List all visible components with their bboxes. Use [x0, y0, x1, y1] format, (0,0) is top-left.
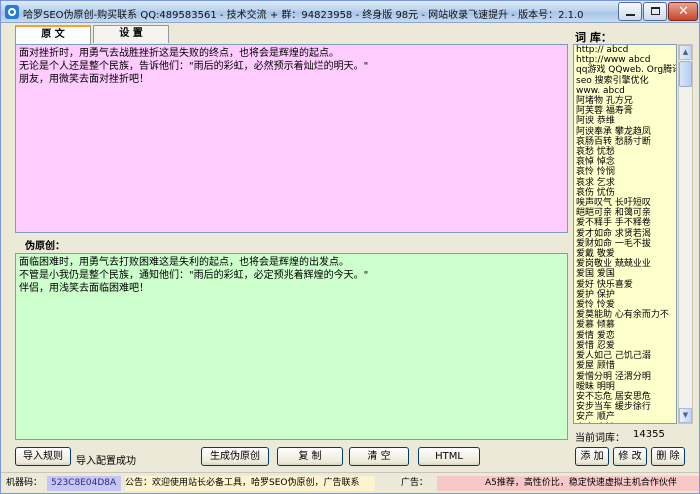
dictionary-item[interactable]: 安产 顺产 [574, 412, 676, 422]
scroll-thumb[interactable] [679, 61, 692, 87]
pseudo-line: 伴侣，用浅笑去面临困难吧！ [19, 283, 149, 294]
dictionary-item[interactable]: 爱情 爱恋 [574, 331, 676, 341]
maximize-icon [651, 7, 660, 15]
add-word-button[interactable]: 添 加 [575, 447, 609, 466]
dictionary-item[interactable]: 哀悼 悼念 [574, 157, 676, 167]
status-bar: 机器码： 523C8E04D8A 公告：欢迎使用站长必备工具，哈罗SEO伪原创，… [1, 472, 699, 493]
dictionary-item[interactable]: 哀愁 忧愁 [574, 147, 676, 157]
dictionary-count-label: 当前词库： [575, 433, 625, 444]
dictionary-item[interactable]: 爱屋 顾惜 [574, 361, 676, 371]
dictionary-item[interactable]: 哀伤 忧伤 [574, 188, 676, 198]
dictionary-list[interactable]: http:// abcd http://www abcd qq游戏 QQweb. O… [573, 44, 677, 424]
original-line: 无论是个人还是整个民族，告诉他们："雨后的彩虹，必然预示着灿烂的明天。" [19, 61, 369, 72]
dictionary-item[interactable]: http:// abcd [574, 45, 676, 55]
dictionary-item[interactable]: 爱好 快乐喜爱 [574, 280, 676, 290]
dictionary-item[interactable]: qq游戏 QQweb. Org腾讯 [574, 65, 676, 75]
dictionary-item[interactable]: 爱人如己 己饥己溺 [574, 351, 676, 361]
minimize-icon [626, 14, 635, 16]
dictionary-item[interactable]: 阿谀 恭维 [574, 116, 676, 126]
html-button[interactable]: HTML [418, 447, 480, 466]
dictionary-item[interactable]: 安步当车 缓步徐行 [574, 402, 676, 412]
dictionary-item[interactable]: 安定 安靖 [574, 423, 676, 424]
pseudo-original-output[interactable]: 面临困难时，用勇气去打败困难这是失利的起点，也将会是辉煌的出发点。 不管是小我仍… [15, 253, 568, 440]
dictionary-item[interactable]: 哀求 乞求 [574, 178, 676, 188]
tab-original[interactable]: 原 文 [15, 25, 91, 44]
dictionary-item[interactable]: www. abcd [574, 86, 676, 96]
dictionary-item[interactable]: http://www abcd [574, 55, 676, 65]
close-button[interactable]: ✕ [668, 2, 698, 21]
dictionary-item[interactable]: 爱岗敬业 兢兢业业 [574, 259, 676, 269]
close-icon: ✕ [678, 4, 689, 19]
scroll-up-button[interactable]: ▲ [679, 45, 692, 60]
dictionary-item[interactable]: 爱憎分明 泾渭分明 [574, 372, 676, 382]
import-rules-button[interactable]: 导入规则 [15, 447, 71, 466]
notice-text: 公告：欢迎使用站长必备工具，哈罗SEO伪原创，广告联系 [125, 476, 375, 491]
generate-button[interactable]: 生成伪原创 [201, 447, 269, 466]
dictionary-item[interactable]: 爱国 爱国 [574, 269, 676, 279]
original-line: 朋友，用微笑去面对挫折吧！ [19, 74, 149, 85]
chevron-down-icon: ▼ [682, 411, 689, 419]
machine-code-label: 机器码： [6, 478, 43, 488]
app-logo-icon [5, 5, 19, 19]
ad-label: 广告： [401, 478, 429, 488]
dictionary-item[interactable]: 哀怜 怜悯 [574, 167, 676, 177]
title-bar[interactable]: 哈罗SEO伪原创-购买联系 QQ:489583561 - 技术交流 + 群：94… [1, 1, 699, 23]
dictionary-item[interactable]: 阿堵物 孔方兄 [574, 96, 676, 106]
dictionary-item[interactable]: 唉声叹气 长吁短叹 [574, 198, 676, 208]
pseudo-line: 不管是小我仍是整个民族，通知他们："雨后的彩虹，必定预兆着辉煌的今天。" [19, 270, 369, 281]
copy-button[interactable]: 复 制 [277, 447, 343, 466]
dictionary-item[interactable]: 爱惜 忍爱 [574, 341, 676, 351]
dictionary-item[interactable]: 皑皑可亲 和蔼可亲 [574, 208, 676, 218]
dictionary-item[interactable]: 爱慕 倾慕 [574, 320, 676, 330]
dictionary-item[interactable]: 爱护 保护 [574, 290, 676, 300]
window-title: 哈罗SEO伪原创-购买联系 QQ:489583561 - 技术交流 + 群：94… [23, 10, 584, 21]
dictionary-item[interactable]: seo 搜索引擎优化 [574, 76, 676, 86]
dictionary-count: 当前词库： 14355 [575, 429, 665, 444]
delete-word-button[interactable]: 删 除 [651, 447, 685, 466]
maximize-button[interactable] [643, 2, 667, 21]
dictionary-item[interactable]: 爱不释手 手不释卷 [574, 218, 676, 228]
pseudo-line: 面临困难时，用勇气去打败困难这是失利的起点，也将会是辉煌的出发点。 [19, 257, 349, 268]
dictionary-scrollbar[interactable]: ▲ ▼ [678, 44, 693, 424]
dictionary-item[interactable]: 安不忘危 居安思危 [574, 392, 676, 402]
original-line: 面对挫折时，用勇气去战胜挫折这是失败的终点，也将会是辉煌的起点。 [19, 48, 339, 59]
chevron-up-icon: ▲ [682, 48, 689, 56]
edit-word-button[interactable]: 修 改 [613, 447, 647, 466]
dictionary-item[interactable]: 爱财如命 一毛不拔 [574, 239, 676, 249]
dictionary-item[interactable]: 哀肠百转 愁肠寸断 [574, 137, 676, 147]
machine-code-value: 523C8E04D8A [47, 476, 121, 491]
dictionary-item[interactable]: 爱戴 敬爱 [574, 249, 676, 259]
minimize-button[interactable] [618, 2, 642, 21]
tab-settings[interactable]: 设 置 [93, 25, 169, 43]
scroll-down-button[interactable]: ▼ [679, 408, 692, 423]
app-window: 哈罗SEO伪原创-购买联系 QQ:489583561 - 技术交流 + 群：94… [0, 0, 700, 494]
dictionary-count-value: 14355 [633, 429, 665, 440]
dictionary-item[interactable]: 爱莫能助 心有余而力不 [574, 310, 676, 320]
dictionary-item[interactable]: 阿芙蓉 福寿膏 [574, 106, 676, 116]
import-status-text: 导入配置成功 [76, 456, 136, 467]
dictionary-label: 词 库： [575, 31, 612, 44]
dictionary-item[interactable]: 爱才如命 求贤若渴 [574, 229, 676, 239]
original-text-input[interactable]: 面对挫折时，用勇气去战胜挫折这是失败的终点，也将会是辉煌的起点。 无论是个人还是… [15, 44, 568, 233]
dictionary-item[interactable]: 暧昧 明明 [574, 382, 676, 392]
clear-button[interactable]: 清 空 [349, 447, 409, 466]
ad-text[interactable]: A5推荐，高性价比，稳定快速虚拟主机合作伙伴 [437, 476, 699, 491]
pseudo-original-label: 伪原创： [25, 241, 65, 252]
dictionary-item[interactable]: 爱怜 怜爱 [574, 300, 676, 310]
dictionary-item[interactable]: 阿谀奉承 攀龙趋凤 [574, 127, 676, 137]
